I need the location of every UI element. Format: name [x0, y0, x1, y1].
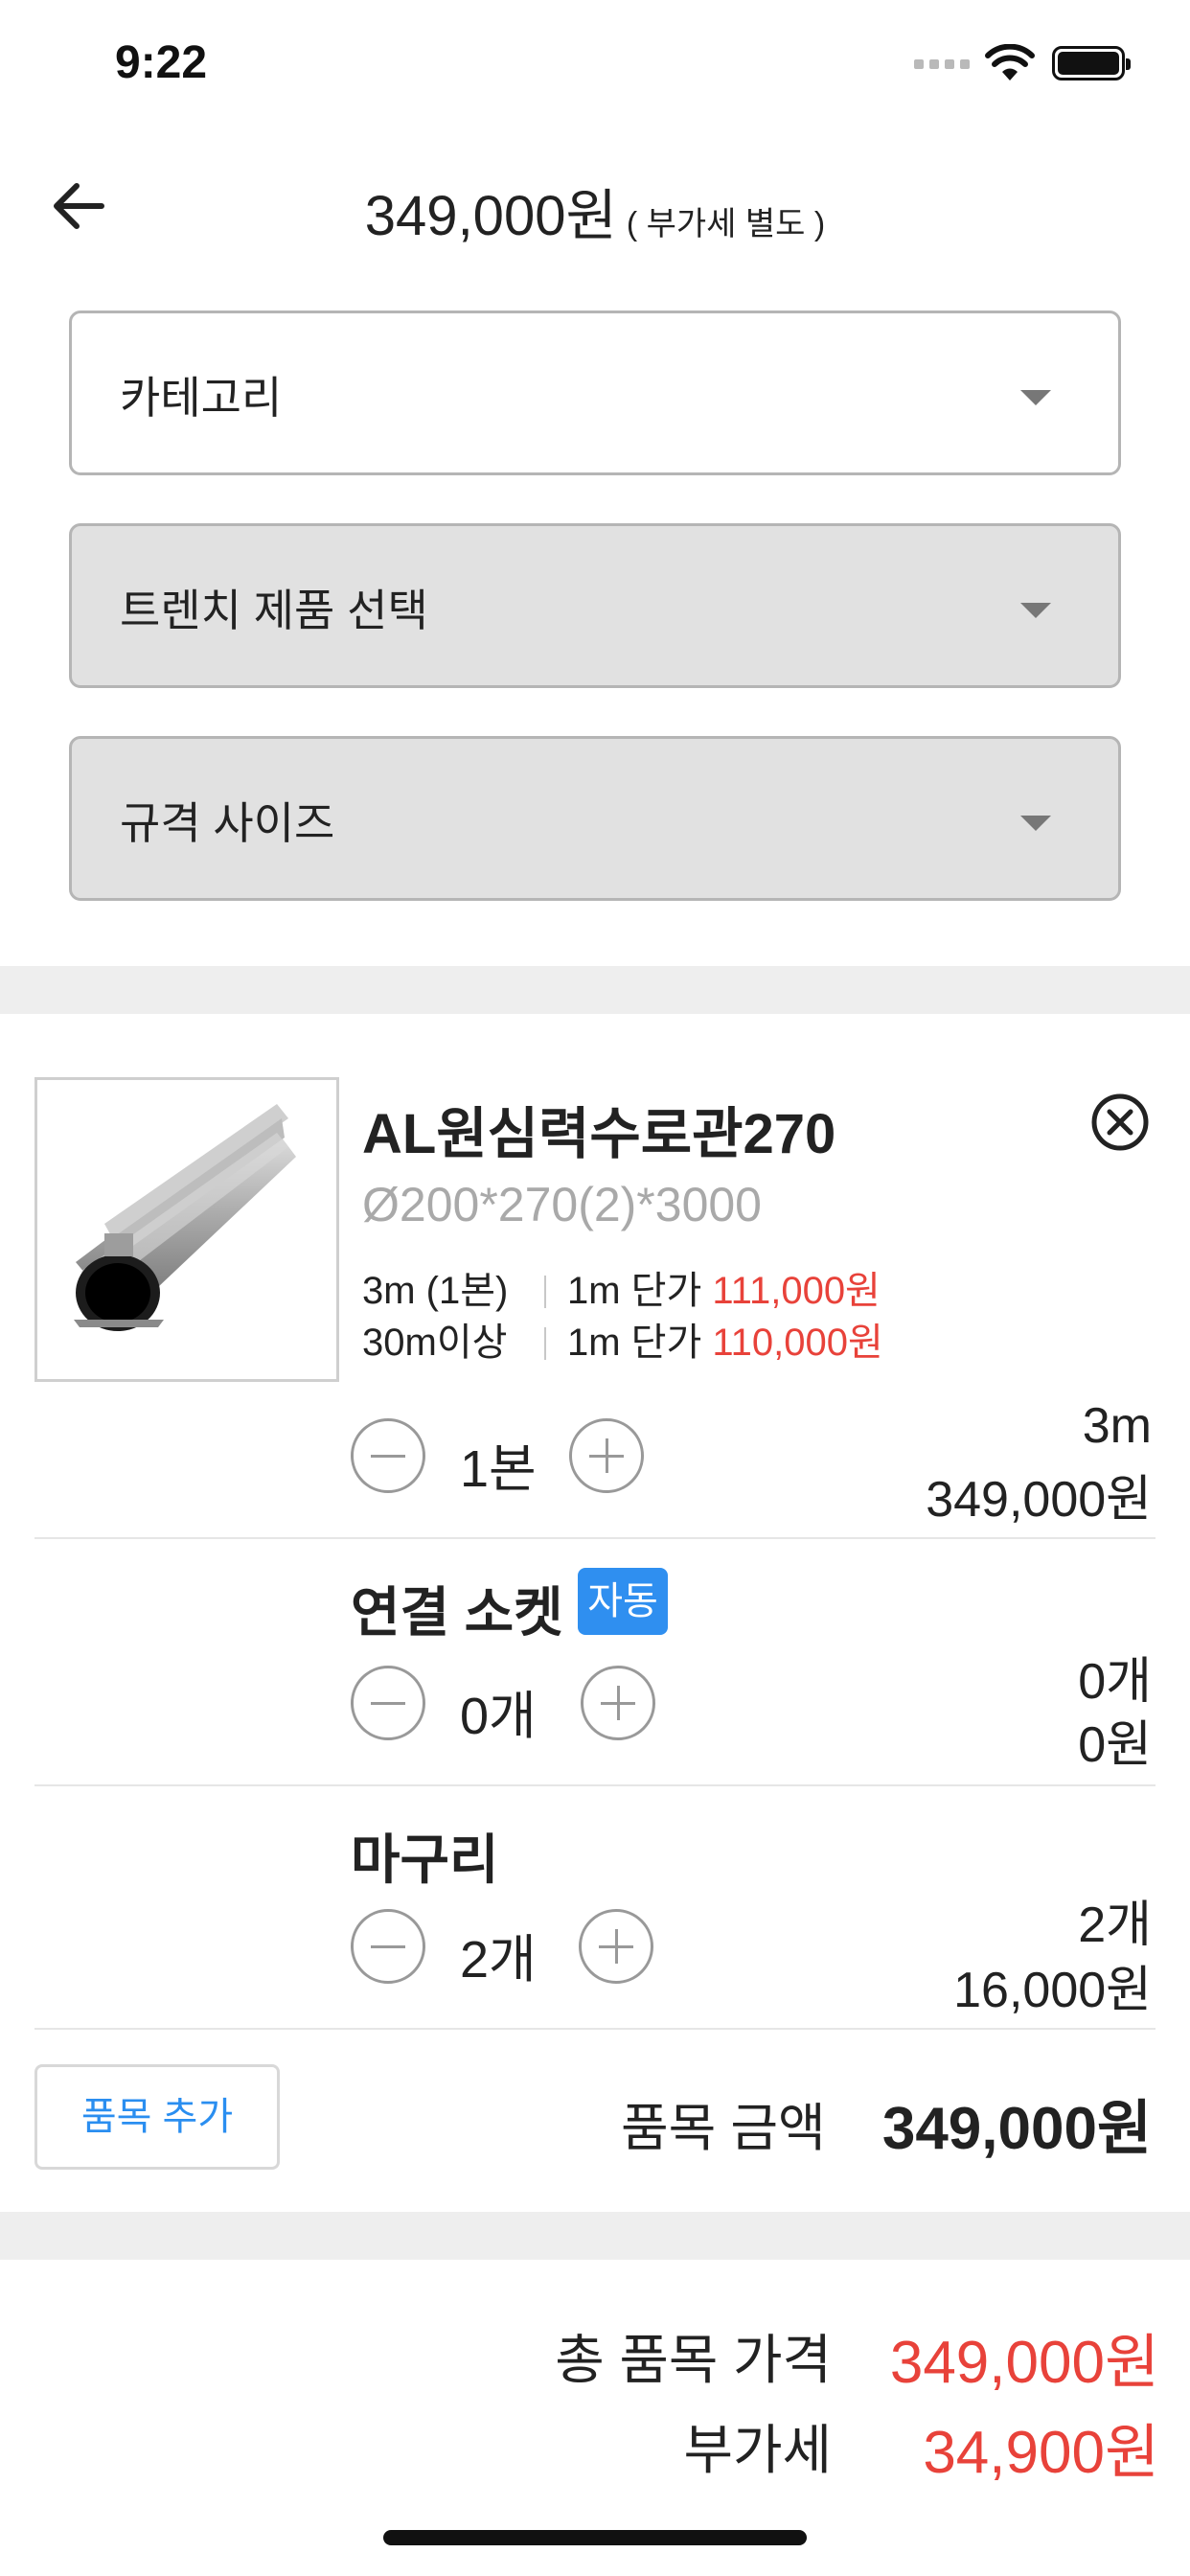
vat-value: 34,900원 — [923, 2420, 1159, 2486]
socket-decrement-button[interactable] — [351, 1666, 425, 1740]
size-select-label: 규격 사이즈 — [120, 798, 335, 848]
product-name: AL원심력수로관270 — [362, 1103, 836, 1165]
cap-quantity: 2개 — [460, 1931, 537, 1989]
product-total-length: 3m — [1082, 1398, 1152, 1454]
category-select[interactable]: 카테고리 — [69, 310, 1121, 475]
section-divider — [0, 2212, 1190, 2260]
divider — [34, 1537, 1156, 1539]
cap-increment-button[interactable] — [579, 1909, 653, 1984]
product-total-price: 349,000원 — [926, 1472, 1152, 1528]
total-price-label: 총 품목 가격 — [555, 2330, 832, 2390]
product-spec: Ø200*270(2)*3000 — [362, 1178, 762, 1231]
caret-down-icon — [1020, 603, 1051, 618]
caret-down-icon — [1020, 390, 1051, 405]
wifi-icon — [985, 44, 1035, 80]
item-amount-label: 품목 금액 — [621, 2100, 826, 2157]
price-row-qty: 3m (1본) — [362, 1270, 509, 1312]
cap-total-price: 16,000원 — [953, 1963, 1152, 2018]
item-amount-value: 349,000원 — [881, 2096, 1152, 2162]
caret-down-icon — [1020, 816, 1051, 831]
vat-label: 부가세 — [683, 2420, 832, 2480]
price-row-qty: 30m이상 — [362, 1322, 508, 1364]
trench-product-select[interactable]: 트렌치 제품 선택 — [69, 523, 1121, 688]
divider — [34, 2028, 1156, 2030]
price-row-unit-label: 1m 단가 — [567, 1270, 702, 1312]
socket-quantity: 0개 — [460, 1688, 537, 1745]
trench-product-select-label: 트렌치 제품 선택 — [120, 586, 428, 635]
section-divider — [0, 966, 1190, 1014]
product-decrement-button[interactable] — [351, 1418, 425, 1493]
price-row-unit-price: 111,000원 — [712, 1270, 881, 1312]
remove-item-icon[interactable] — [1090, 1092, 1150, 1152]
socket-total-price: 0원 — [1078, 1717, 1152, 1773]
product-quantity: 1본 — [460, 1440, 537, 1498]
status-time: 9:22 — [115, 37, 208, 88]
socket-increment-button[interactable] — [581, 1666, 655, 1740]
category-select-label: 카테고리 — [120, 373, 283, 423]
cap-title: 마구리 — [351, 1829, 499, 1890]
header-amount: 349,000원 — [364, 185, 617, 247]
signal-icon — [914, 59, 970, 69]
battery-icon — [1052, 46, 1131, 80]
price-row-unit-price: 110,000원 — [712, 1322, 883, 1364]
socket-total-qty: 0개 — [1078, 1654, 1152, 1710]
add-item-button[interactable]: 품목 추가 — [34, 2064, 280, 2170]
header-price: 349,000원( 부가세 별도 ) — [0, 171, 1190, 251]
price-row-unit-label: 1m 단가 — [567, 1322, 702, 1364]
product-image — [34, 1077, 339, 1382]
home-indicator — [383, 2530, 807, 2545]
cap-total-qty: 2개 — [1078, 1898, 1152, 1953]
vat-note: ( 부가세 별도 ) — [626, 206, 826, 242]
cap-decrement-button[interactable] — [351, 1909, 425, 1984]
price-row: 3m (1본) 1m 단가 111,000원 — [362, 1259, 881, 1315]
total-price-value: 349,000원 — [889, 2330, 1159, 2396]
divider — [34, 1784, 1156, 1786]
status-bar: 9:22 — [0, 0, 1190, 125]
product-increment-button[interactable] — [569, 1418, 644, 1493]
auto-badge: 자동 — [578, 1568, 668, 1635]
header: 349,000원( 부가세 별도 ) — [0, 153, 1190, 259]
size-select[interactable]: 규격 사이즈 — [69, 736, 1121, 901]
socket-title: 연결 소켓 — [351, 1582, 563, 1643]
price-row: 30m이상 1m 단가 110,000원 — [362, 1311, 883, 1367]
